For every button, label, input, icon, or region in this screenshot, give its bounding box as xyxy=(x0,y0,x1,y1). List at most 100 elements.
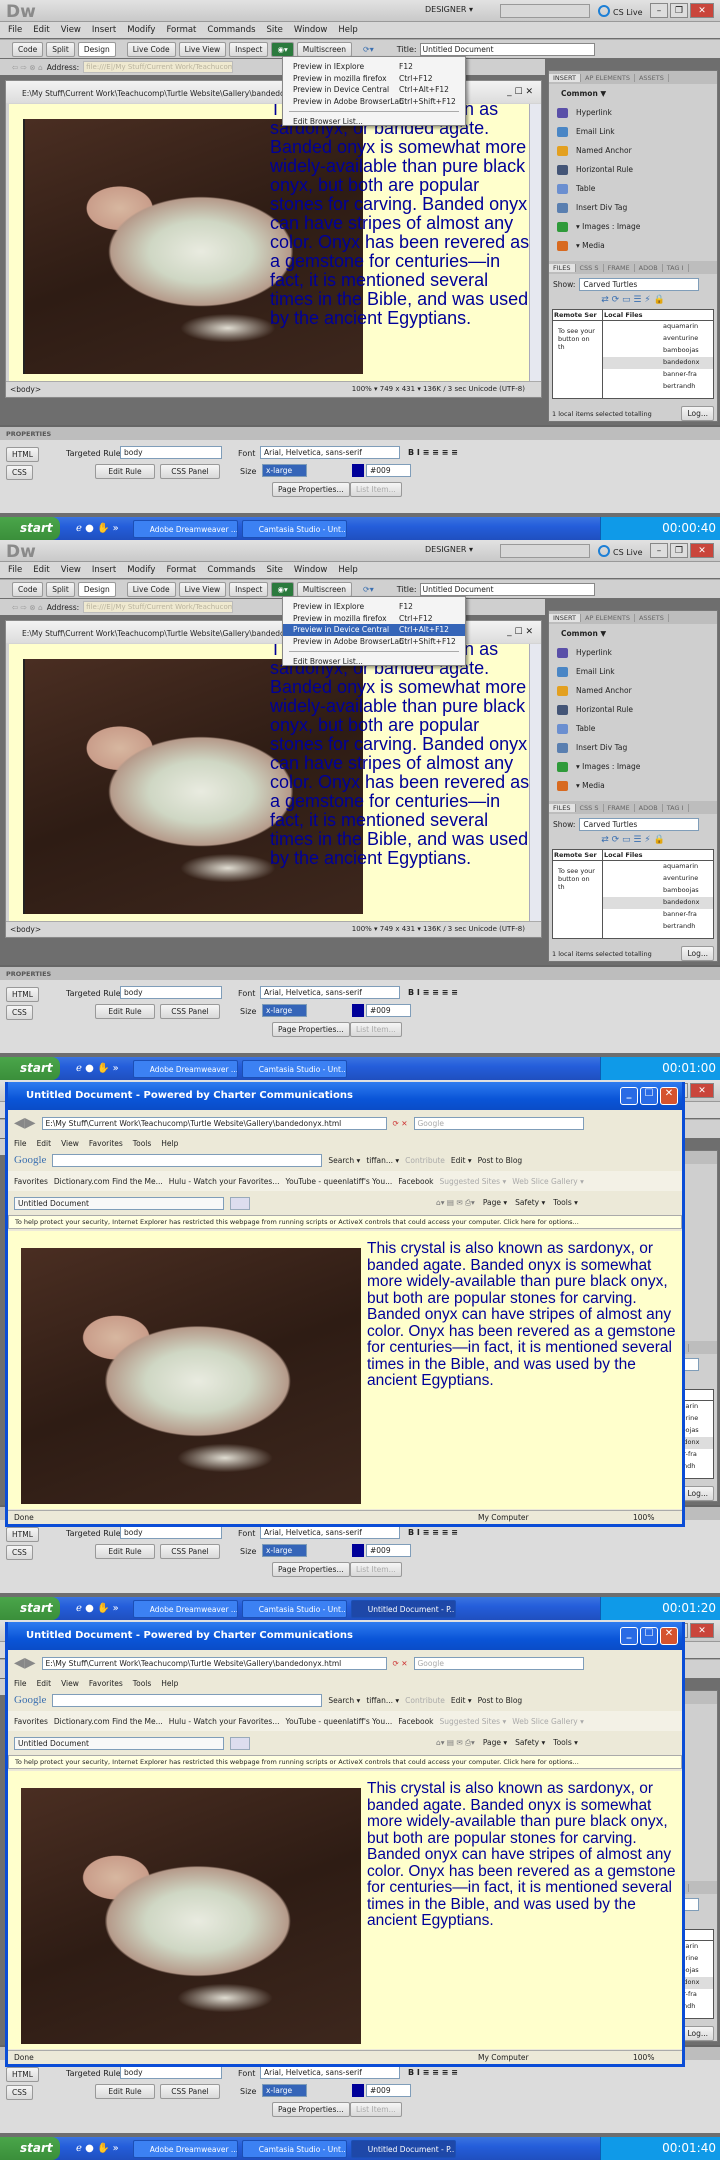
google-search-input[interactable] xyxy=(52,1153,323,1167)
files-toolbar-icons[interactable]: ⇄ ⟳ ▭ ☰ ⚡ 🔒 xyxy=(549,835,717,849)
google-search-input[interactable] xyxy=(52,1693,323,1707)
css-panel-button[interactable]: CSS Panel xyxy=(160,1004,220,1019)
address-input[interactable]: file:///E|/My Stuff/Current Work/Teachuc… xyxy=(83,61,234,73)
minimize-button[interactable]: – xyxy=(650,543,668,558)
html-mode-button[interactable]: HTML xyxy=(6,2067,39,2082)
ie-minimize-button[interactable]: _ xyxy=(620,1627,638,1645)
nav-arrows-icon[interactable]: ⇦ ⇨ ⊗ ⌂ xyxy=(12,63,43,72)
menu-window[interactable]: Window xyxy=(294,565,328,575)
vertical-scrollbar[interactable] xyxy=(529,104,541,381)
taskbar-item[interactable]: Adobe Dreamweaver ... xyxy=(132,1599,238,1618)
taskbar-item[interactable]: Adobe Dreamweaver ... xyxy=(132,1059,238,1078)
multiscreen-button[interactable]: Multiscreen xyxy=(296,581,353,597)
start-button[interactable]: start xyxy=(0,517,60,540)
page-properties-button[interactable]: Page Properties... xyxy=(272,1022,350,1037)
css-panel-button[interactable]: CSS Panel xyxy=(160,1544,220,1559)
google-toolbar-item[interactable]: tiffan... ▾ xyxy=(366,1156,399,1165)
address-input[interactable]: file:///E|/My Stuff/Current Work/Teachuc… xyxy=(83,601,234,613)
format-buttons[interactable]: B I ≡ ≡ ≡ ≡ xyxy=(408,2068,458,2077)
ie-menu-file[interactable]: File xyxy=(14,1679,27,1688)
ie-address-input[interactable]: E:\My Stuff\Current Work\Teachucomp\Turt… xyxy=(41,1656,387,1670)
preview-globe-icon[interactable]: ◉▾ xyxy=(271,41,294,57)
insert-item[interactable]: Email Link xyxy=(549,122,717,141)
title-input[interactable]: Untitled Document xyxy=(419,582,595,596)
local-file[interactable]: aquamarin xyxy=(603,861,713,873)
document-window-controls[interactable]: _ ☐ ✕ xyxy=(507,627,533,637)
insert-item[interactable]: Hyperlink xyxy=(549,103,717,122)
document-window-controls[interactable]: _ ☐ ✕ xyxy=(507,87,533,97)
size-select[interactable]: x-large xyxy=(262,2084,307,2097)
insert-item[interactable]: Hyperlink xyxy=(549,643,717,662)
ie-address-input[interactable]: E:\My Stuff\Current Work\Teachucomp\Turt… xyxy=(41,1116,387,1130)
ie-menu-favorites[interactable]: Favorites xyxy=(89,1679,123,1688)
favorites-item[interactable]: Suggested Sites ▾ xyxy=(440,1177,507,1186)
local-file[interactable]: bandedonx xyxy=(603,357,713,369)
tab-assets[interactable]: ASSETS xyxy=(635,613,669,622)
ie-menu-view[interactable]: View xyxy=(61,1679,79,1688)
tab-ap-elements[interactable]: AP ELEMENTS xyxy=(581,613,635,622)
text-color-swatch[interactable] xyxy=(352,1004,364,1017)
favorites-item[interactable]: Dictionary.com Find the Me... xyxy=(54,1177,163,1186)
preview-menu-item[interactable]: Preview in mozilla firefox Ctrl+F12 xyxy=(283,613,465,625)
tab-ap-elements[interactable]: AP ELEMENTS xyxy=(581,73,635,82)
tab-files-3[interactable]: ADOB xyxy=(635,803,663,812)
css-mode-button[interactable]: CSS xyxy=(6,465,33,480)
google-toolbar-item[interactable]: Search ▾ xyxy=(328,1696,360,1705)
page-properties-button[interactable]: Page Properties... xyxy=(272,1562,350,1577)
taskbar-item[interactable]: Untitled Document - P... xyxy=(350,1599,456,1618)
format-buttons[interactable]: B I ≡ ≡ ≡ ≡ xyxy=(408,448,458,457)
ie-close-button[interactable]: ✕ xyxy=(660,1087,678,1105)
inspect-button[interactable]: Inspect xyxy=(229,41,269,57)
refresh-stop-icon[interactable]: ⟳ ✕ xyxy=(393,1119,408,1128)
title-input[interactable]: Untitled Document xyxy=(419,42,595,56)
font-select[interactable]: Arial, Helvetica, sans-serif xyxy=(260,1526,400,1539)
favorites-item[interactable]: Web Slice Gallery ▾ xyxy=(512,1717,584,1726)
tab-insert[interactable]: INSERT xyxy=(549,613,582,622)
insert-item[interactable]: Email Link xyxy=(549,662,717,681)
insert-item[interactable]: ▾ Media xyxy=(549,776,717,795)
body-paragraph[interactable]: This crystal is also known as sardonyx, … xyxy=(270,644,529,868)
menu-format[interactable]: Format xyxy=(166,565,196,575)
size-select[interactable]: x-large xyxy=(262,1004,307,1017)
insert-item[interactable]: Horizontal Rule xyxy=(549,160,717,179)
ie-tab[interactable]: Untitled Document xyxy=(14,1736,224,1750)
cs-live-button[interactable]: CS Live xyxy=(598,5,643,17)
ie-menu-favorites[interactable]: Favorites xyxy=(89,1139,123,1148)
tab-insert[interactable]: INSERT xyxy=(549,73,582,82)
blank-tab[interactable] xyxy=(230,1736,250,1750)
insert-category[interactable]: Common ▼ xyxy=(549,84,717,103)
tab-files-1[interactable]: CSS S xyxy=(576,263,604,272)
local-file[interactable]: bamboojas xyxy=(603,885,713,897)
insert-item[interactable]: Named Anchor xyxy=(549,681,717,700)
html-mode-button[interactable]: HTML xyxy=(6,987,39,1002)
local-file[interactable]: bamboojas xyxy=(603,345,713,357)
preview-menu-item[interactable]: Preview in Adobe BrowserLab Ctrl+Shift+F1… xyxy=(283,636,465,648)
live-code-button[interactable]: Live Code xyxy=(126,41,176,57)
multiscreen-button[interactable]: Multiscreen xyxy=(296,41,353,57)
edit-rule-button[interactable]: Edit Rule xyxy=(95,2084,155,2099)
home-feeds-print-icons[interactable]: ⌂▾ ▤ ✉ ⎙▾ xyxy=(436,1198,475,1208)
quick-launch-icons[interactable]: ℯ ● ✋ » xyxy=(76,1063,119,1074)
command-item[interactable]: Tools ▾ xyxy=(553,1738,578,1748)
ie-tab[interactable]: Untitled Document xyxy=(14,1196,224,1210)
minimize-button[interactable]: – xyxy=(650,3,668,18)
preview-menu-item[interactable]: Preview in Adobe BrowserLab Ctrl+Shift+F1… xyxy=(283,96,465,108)
html-mode-button[interactable]: HTML xyxy=(6,1527,39,1542)
live-code-button[interactable]: Live Code xyxy=(126,581,176,597)
favorites-item[interactable]: Dictionary.com Find the Me... xyxy=(54,1717,163,1726)
text-color-swatch[interactable] xyxy=(352,1544,364,1557)
favorites-item[interactable]: Favorites xyxy=(14,1717,48,1726)
ie-minimize-button[interactable]: _ xyxy=(620,1087,638,1105)
favorites-item[interactable]: Favorites xyxy=(14,1177,48,1186)
log-button[interactable]: Log... xyxy=(681,1486,714,1501)
view-design-button[interactable]: Design xyxy=(77,581,116,597)
info-bar[interactable]: To help protect your security, Internet … xyxy=(8,1755,682,1769)
google-toolbar-item[interactable]: Post to Blog xyxy=(478,1696,523,1705)
menu-edit[interactable]: Edit xyxy=(33,25,49,35)
view-split-button[interactable]: Split xyxy=(46,41,75,57)
insert-item[interactable]: Named Anchor xyxy=(549,141,717,160)
view-design-button[interactable]: Design xyxy=(77,41,116,57)
favorites-item[interactable]: Hulu - Watch your Favorites... xyxy=(169,1717,280,1726)
menu-window[interactable]: Window xyxy=(294,25,328,35)
maximize-button[interactable]: ❐ xyxy=(670,3,688,18)
